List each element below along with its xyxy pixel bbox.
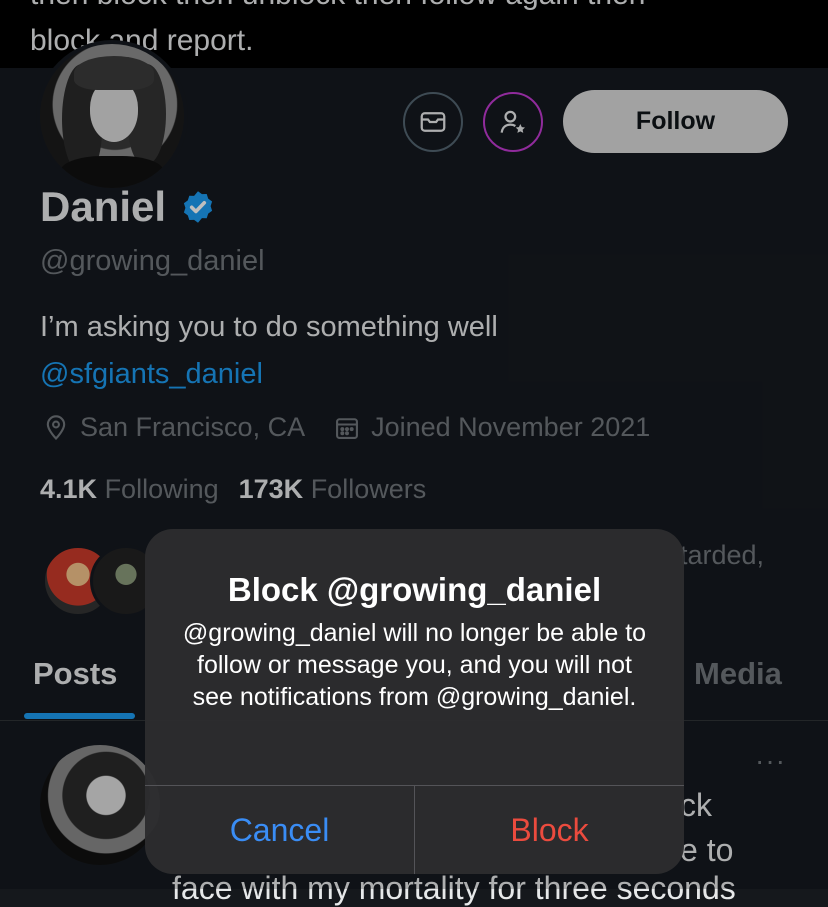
dialog-title: Block @growing_daniel (227, 571, 602, 608)
dialog-message: @growing_daniel will no longer be able t… (182, 619, 647, 711)
block-confirm-dialog: Block @growing_daniel @growing_daniel wi… (145, 529, 684, 874)
cancel-button[interactable]: Cancel (145, 786, 414, 874)
block-button[interactable]: Block (415, 786, 684, 874)
